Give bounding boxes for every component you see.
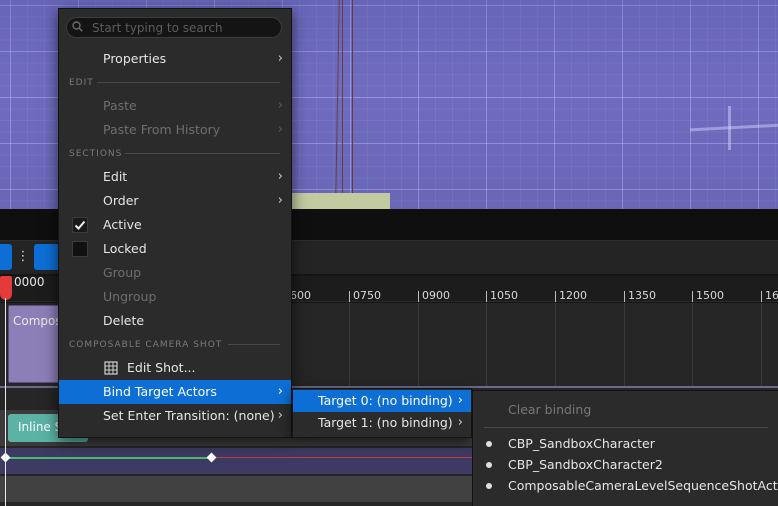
menu-item-label: Paste From History [103,122,221,137]
menu-item-edit[interactable]: Edit › [59,165,291,189]
ruler-tick-label: 1200 [559,289,587,302]
viewport-floor-block [286,193,390,209]
menu-item-paste-from-history[interactable]: Paste From History › [59,118,291,142]
menu-item-set-enter-transition[interactable]: Set Enter Transition: (none) › [59,404,291,428]
section-divider [97,82,280,83]
actor-item-label: ComposableCameraLevelSequenceShotActor [508,478,778,493]
menu-item-label: Paste [103,98,137,113]
chevron-right-icon: › [457,415,463,430]
menu-item-bind-target-actors[interactable]: Bind Target Actors › [59,380,291,404]
chevron-right-icon: › [277,169,283,184]
ruler-tick-label: 1500 [696,289,724,302]
search-icon [72,21,83,32]
ruler-tick [624,291,625,302]
menu-item-label: Order [103,193,139,208]
camera-shot-section[interactable]: Compos [8,305,62,383]
menu-item-edit-shot[interactable]: Edit Shot... [59,356,291,380]
chevron-right-icon: › [277,122,283,137]
menu-item-active[interactable]: Active [59,213,291,237]
playhead-handle[interactable] [0,276,12,300]
menu-item-paste[interactable]: Paste › [59,94,291,118]
menu-item-label: Set Enter Transition: (none) [103,408,275,423]
section-divider [125,153,280,154]
menu-item-delete[interactable]: Delete [59,309,291,333]
viewport-floor-marker [728,106,731,150]
ruler-tick-label: 0750 [353,289,381,302]
menu-item-label: Edit [103,169,128,184]
menu-item-label: Active [103,217,142,232]
section-divider [228,344,280,345]
menu-item-label: Edit Shot... [127,360,196,375]
menu-item-locked[interactable]: Locked [59,237,291,261]
grid-line [624,303,625,388]
toolbar-playback-button[interactable] [34,244,60,270]
grid-line [761,303,762,388]
current-time-label: 0000 [14,275,45,289]
chevron-right-icon: › [457,393,463,408]
curve-green [6,457,212,459]
chevron-right-icon: › [277,408,283,423]
grid-line [486,303,487,388]
inline-section-label: Inline S [18,420,63,434]
grid-line [692,303,693,388]
chevron-right-icon: › [277,98,283,113]
toolbar-snap-button[interactable] [0,244,12,270]
menu-item-label: Properties [103,51,167,66]
menu-item-label: Ungroup [103,289,157,304]
ruler-tick [761,291,762,302]
submenu-item-target-0[interactable]: Target 0: (no binding) › [293,390,471,412]
chevron-right-icon: › [277,384,283,399]
actor-item-label: CBP_SandboxCharacter [508,436,655,451]
section-header-sections: SECTIONS [69,149,123,159]
edit-shot-icon [104,361,118,375]
grid-line [349,303,350,388]
menu-item-properties[interactable]: Properties › [59,47,291,71]
bullet-icon [486,462,492,468]
chevron-right-icon: › [277,193,283,208]
active-checkbox[interactable] [72,217,88,233]
ruler-tick [692,291,693,302]
submenu-divider [484,427,768,428]
clear-binding-item[interactable]: Clear binding [508,402,591,417]
playhead-line [5,298,6,506]
submenu-item-target-1[interactable]: Target 1: (no binding) › [293,412,471,434]
ruler-tick [555,291,556,302]
ruler-tick [349,291,350,302]
section-header-camera-shot: COMPOSABLE CAMERA SHOT [69,340,223,350]
camera-shot-section-label: Compos [13,314,62,328]
ruler-tick-label: 1350 [628,289,656,302]
ruler-tick-label: 16 [765,289,778,302]
viewport-rope-line [342,0,343,200]
bullet-icon [486,483,492,489]
menu-item-label: Locked [103,241,147,256]
section-header-edit: EDIT [69,78,94,88]
menu-search-input[interactable] [92,19,272,36]
menu-item-label: Bind Target Actors [103,384,217,399]
ruler-tick-label: 1050 [490,289,518,302]
submenu-item-label: Target 1: (no binding) [318,415,453,430]
ruler-tick [486,291,487,302]
toolbar-more-icon[interactable]: ⋮ [16,246,30,268]
grid-line [555,303,556,388]
bullet-icon [486,441,492,447]
menu-item-label: Delete [103,313,145,328]
grid-line [418,303,419,388]
menu-item-group[interactable]: Group [59,261,291,285]
chevron-right-icon: › [277,51,283,66]
ruler-tick-label: 600 [290,289,311,302]
checkmark-icon [74,220,86,230]
menu-item-order[interactable]: Order › [59,189,291,213]
ruler-tick [418,291,419,302]
viewport-rope-line [352,0,353,200]
submenu-item-label: Target 0: (no binding) [318,393,453,408]
menu-item-label: Group [103,265,142,280]
locked-checkbox[interactable] [72,241,88,257]
actor-item-label: CBP_SandboxCharacter2 [508,457,663,472]
menu-item-ungroup[interactable]: Ungroup [59,285,291,309]
ruler-tick-label: 0900 [422,289,450,302]
